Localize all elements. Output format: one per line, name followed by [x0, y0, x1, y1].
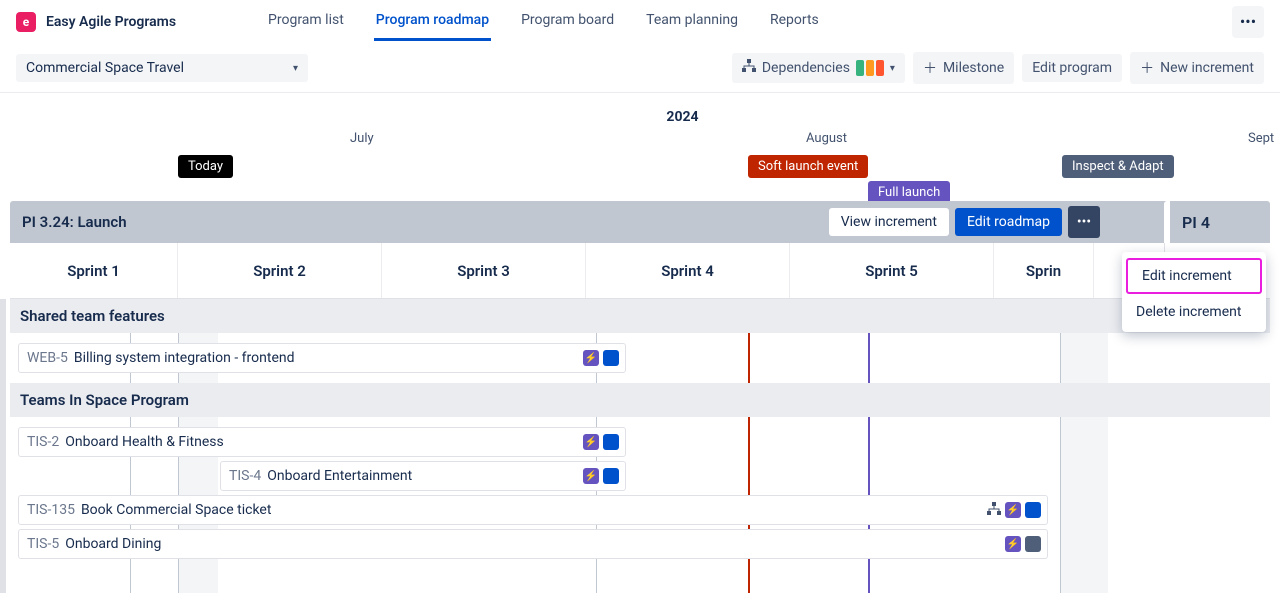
status-icon [603, 434, 619, 450]
plus-icon: ＋ [923, 58, 937, 78]
toolbar: Commercial Space Travel ▾ Dependencies ▾… [0, 44, 1280, 93]
nav-program-list[interactable]: Program list [266, 2, 346, 41]
ellipsis-icon: ••• [1240, 12, 1256, 31]
issue-summary: Book Commercial Space ticket [81, 502, 271, 518]
pi4-header[interactable]: PI 4 [1164, 201, 1260, 243]
month-august: August [806, 131, 847, 146]
main-nav: Program list Program roadmap Program boa… [266, 2, 821, 41]
status-icon [603, 468, 619, 484]
timeline-months: July August Sept [0, 131, 1280, 151]
issue-bar-tis2[interactable]: TIS-2 Onboard Health & Fitness ⚡ [18, 427, 626, 457]
pi-actions: View increment Edit roadmap ••• [829, 206, 1100, 238]
left-gutter [0, 299, 8, 593]
chevron-down-icon: ▾ [293, 63, 298, 74]
section-shared-features: Shared team features [10, 299, 1270, 333]
nav-team-planning[interactable]: Team planning [644, 2, 740, 41]
top-bar: e Easy Agile Programs Program list Progr… [0, 0, 1280, 44]
status-icon [1025, 502, 1041, 518]
epic-icon: ⚡ [583, 350, 599, 366]
sprint-2[interactable]: Sprint 2 [178, 243, 382, 298]
status-icon [603, 350, 619, 366]
plus-icon: ＋ [1140, 58, 1154, 78]
dependencies-button[interactable]: Dependencies ▾ [732, 53, 905, 83]
sprint-6[interactable]: Sprin [994, 243, 1094, 298]
sprint-1[interactable]: Sprint 1 [10, 243, 178, 298]
milestone-markers: Today Soft launch event Full launch Insp… [0, 151, 1280, 201]
issue-key: WEB-5 [27, 350, 68, 366]
issue-key: TIS-135 [27, 502, 75, 518]
inspect-adapt-marker[interactable]: Inspect & Adapt [1062, 155, 1174, 178]
edit-program-button[interactable]: Edit program [1022, 54, 1122, 82]
epic-icon: ⚡ [583, 468, 599, 484]
increment-context-menu: Edit increment Delete increment [1122, 252, 1266, 332]
nav-program-roadmap[interactable]: Program roadmap [374, 2, 491, 41]
month-july: July [350, 131, 374, 146]
issue-bar-tis4[interactable]: TIS-4 Onboard Entertainment ⚡ [220, 461, 626, 491]
menu-edit-increment[interactable]: Edit increment [1126, 258, 1262, 294]
epic-icon: ⚡ [583, 434, 599, 450]
today-marker[interactable]: Today [178, 155, 233, 178]
dep-chip-red [876, 60, 884, 76]
nav-reports[interactable]: Reports [768, 2, 821, 41]
soft-launch-marker[interactable]: Soft launch event [748, 155, 868, 178]
issue-summary: Onboard Dining [65, 536, 161, 552]
pi-header: PI 3.24: Launch View increment Edit road… [10, 201, 1270, 243]
issue-bar-tis135[interactable]: TIS-135 Book Commercial Space ticket ⚡ [18, 495, 1048, 525]
new-increment-button[interactable]: ＋ New increment [1130, 52, 1264, 84]
menu-delete-increment[interactable]: Delete increment [1122, 296, 1266, 328]
sprint-4[interactable]: Sprint 4 [586, 243, 790, 298]
ellipsis-icon: ••• [1077, 214, 1091, 230]
milestone-button[interactable]: ＋ Milestone [913, 52, 1014, 84]
status-icon [1025, 536, 1041, 552]
nav-program-board[interactable]: Program board [519, 2, 616, 41]
hierarchy-icon [742, 59, 756, 77]
issue-summary: Onboard Health & Fitness [65, 434, 224, 450]
issue-bar-web5[interactable]: WEB-5 Billing system integration - front… [18, 343, 626, 373]
program-rows: TIS-2 Onboard Health & Fitness ⚡ TIS-4 O… [10, 417, 1270, 569]
shared-rows: WEB-5 Billing system integration - front… [10, 333, 1270, 383]
issue-key: TIS-4 [229, 468, 261, 484]
dep-chip-orange [866, 60, 874, 76]
hierarchy-icon [987, 502, 1001, 519]
sprint-5[interactable]: Sprint 5 [790, 243, 994, 298]
timeline-area: 2024 July August Sept Today Soft launch … [0, 93, 1280, 593]
dep-chip-green [856, 60, 864, 76]
sprint-3[interactable]: Sprint 3 [382, 243, 586, 298]
pi-more-button[interactable]: ••• [1068, 206, 1100, 238]
timeline-year: 2024 [85, 109, 1280, 125]
issue-key: TIS-5 [27, 536, 59, 552]
app-title: Easy Agile Programs [46, 14, 176, 30]
section-program: Teams In Space Program [10, 383, 1270, 417]
dependency-status-chips [856, 60, 884, 76]
sprint-columns: Sprint 1 Sprint 2 Sprint 3 Sprint 4 Spri… [10, 243, 1270, 299]
edit-program-label: Edit program [1032, 60, 1112, 76]
more-menu-button[interactable]: ••• [1232, 6, 1264, 38]
dependencies-label: Dependencies [762, 60, 850, 76]
issue-summary: Billing system integration - frontend [74, 350, 295, 366]
view-increment-button[interactable]: View increment [829, 208, 949, 236]
epic-icon: ⚡ [1005, 502, 1021, 518]
issue-bar-tis5[interactable]: TIS-5 Onboard Dining ⚡ [18, 529, 1048, 559]
milestone-label: Milestone [943, 60, 1004, 76]
program-selector[interactable]: Commercial Space Travel ▾ [16, 54, 308, 82]
chevron-down-icon: ▾ [890, 63, 895, 74]
issue-key: TIS-2 [27, 434, 59, 450]
issue-summary: Onboard Entertainment [267, 468, 412, 484]
month-september: Sept [1248, 131, 1274, 146]
epic-icon: ⚡ [1005, 536, 1021, 552]
app-logo: e [16, 12, 36, 32]
pi-title: PI 3.24: Launch [22, 213, 127, 231]
new-increment-label: New increment [1160, 60, 1254, 76]
program-selector-label: Commercial Space Travel [26, 60, 184, 76]
edit-roadmap-button[interactable]: Edit roadmap [955, 208, 1062, 236]
